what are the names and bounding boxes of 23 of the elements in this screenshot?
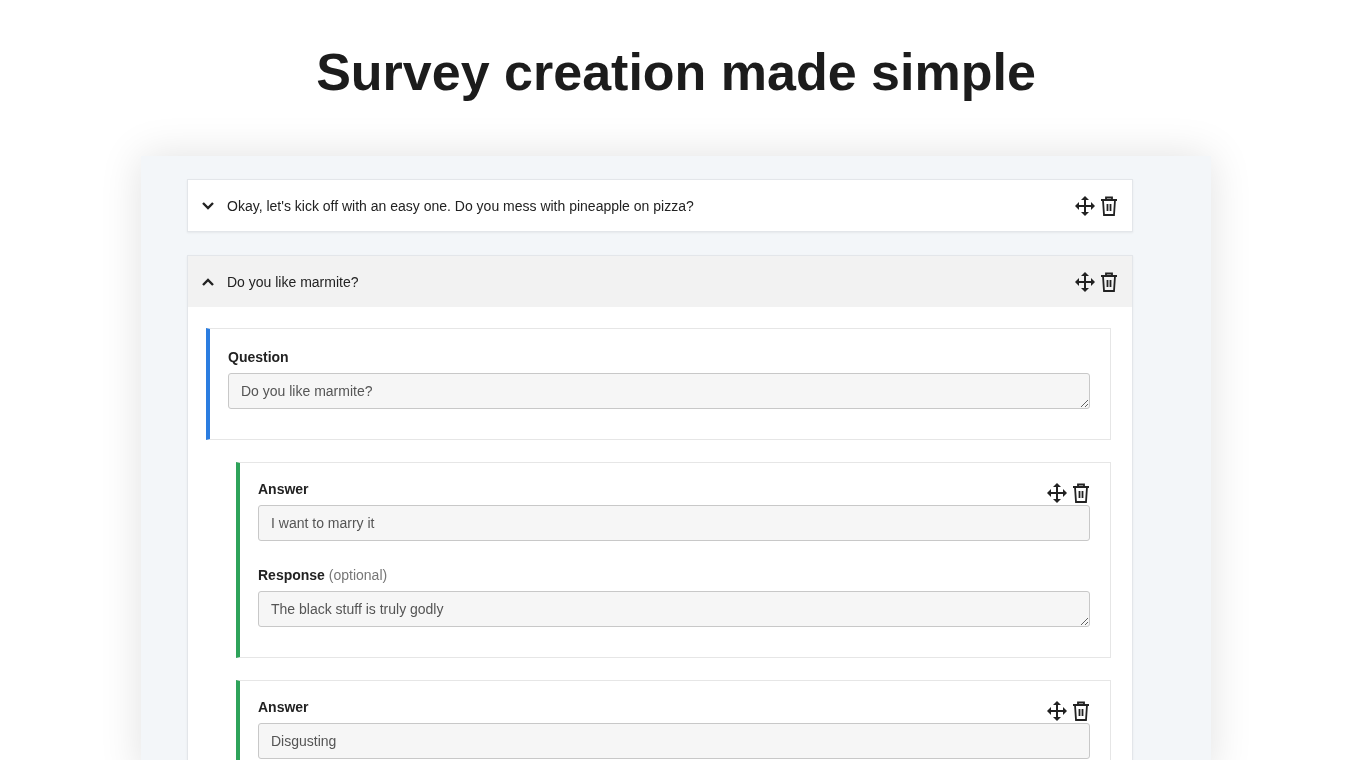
trash-icon[interactable] xyxy=(1100,195,1118,216)
input-field[interactable]: Disgusting xyxy=(258,723,1090,759)
page-heading: Survey creation made simple xyxy=(316,42,1036,102)
field-label: Response (optional) xyxy=(258,567,389,583)
input-field[interactable]: I want to marry it xyxy=(258,505,1090,541)
chevron-down-icon[interactable] xyxy=(202,201,214,210)
question-header[interactable]: Okay, let's kick off with an easy one. Do you mess with pineapple on pizza? xyxy=(188,180,1132,231)
trash-icon[interactable] xyxy=(1100,271,1118,292)
question-header[interactable]: Do you like marmite? xyxy=(188,256,1132,307)
move-icon[interactable] xyxy=(1047,701,1067,721)
field-label: Answer xyxy=(258,481,309,497)
chevron-up-icon[interactable] xyxy=(202,277,214,286)
field-label: Answer xyxy=(258,699,309,715)
field-label: Question xyxy=(228,349,290,365)
trash-icon[interactable] xyxy=(1072,701,1090,721)
trash-icon[interactable] xyxy=(1072,483,1090,503)
question-title: Okay, let's kick off with an easy one. Do you mess with pineapple on pizza? xyxy=(227,197,695,214)
move-icon[interactable] xyxy=(1075,271,1095,292)
question-title: Do you like marmite? xyxy=(227,273,360,290)
move-icon[interactable] xyxy=(1075,195,1095,216)
text-area[interactable]: Do you like marmite? xyxy=(228,373,1090,409)
move-icon[interactable] xyxy=(1047,483,1067,503)
text-area[interactable]: The black stuff is truly godly xyxy=(258,591,1090,627)
